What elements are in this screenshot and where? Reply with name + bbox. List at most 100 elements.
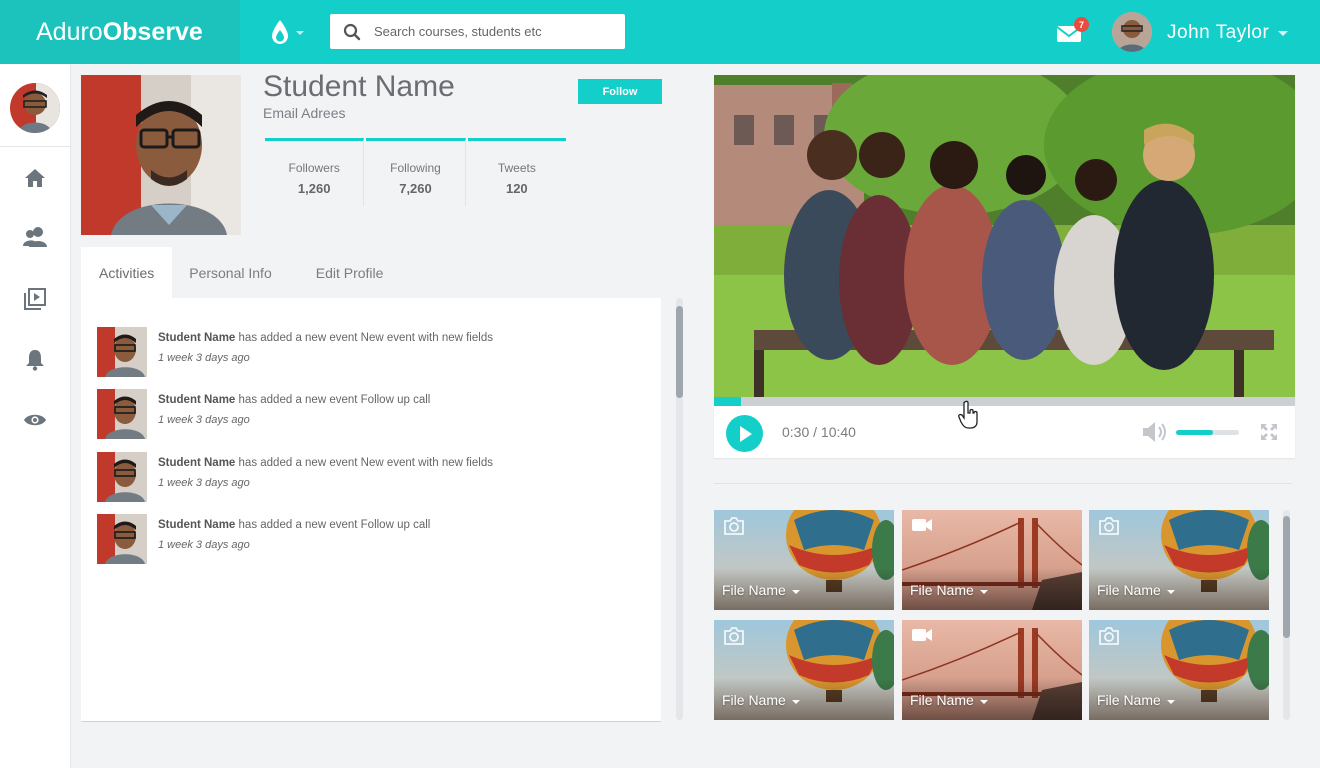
drop-icon xyxy=(272,20,288,44)
sidebar-item-notifications[interactable] xyxy=(20,345,50,375)
home-icon xyxy=(25,169,45,187)
activity-avatar xyxy=(97,514,147,564)
list-item[interactable]: Student Name has added a new event Follo… xyxy=(97,514,637,566)
volume-button[interactable] xyxy=(1142,421,1170,443)
list-item[interactable]: Student Name has added a new event New e… xyxy=(97,327,637,379)
chevron-down-icon[interactable] xyxy=(980,700,988,704)
gallery-tile[interactable]: File Name xyxy=(1089,620,1269,720)
activity-text: Student Name has added a new event New e… xyxy=(158,332,493,344)
fullscreen-icon xyxy=(1261,424,1277,440)
file-name[interactable]: File Name xyxy=(722,582,786,598)
sidebar-item-users[interactable] xyxy=(20,222,50,252)
file-name[interactable]: File Name xyxy=(910,582,974,598)
search-input[interactable] xyxy=(374,24,604,39)
sidebar-item-home[interactable] xyxy=(20,163,50,193)
video-progress-fill xyxy=(714,397,742,406)
notification-badge: 7 xyxy=(1074,17,1089,32)
tab-activities[interactable]: Activities xyxy=(81,247,173,298)
stat-label: Followers xyxy=(288,161,340,175)
activity-scrollbar[interactable] xyxy=(676,298,683,720)
file-name[interactable]: File Name xyxy=(722,692,786,708)
file-name[interactable]: File Name xyxy=(1097,692,1161,708)
profile-photo xyxy=(81,75,241,235)
top-bar: AduroObserve 7 John Taylor xyxy=(0,0,1320,64)
hand-cursor-icon xyxy=(958,400,978,429)
follow-button[interactable]: Follow xyxy=(578,79,662,104)
activity-description: has added a new event New event with new… xyxy=(238,457,493,469)
camera-icon xyxy=(724,517,744,535)
video-time: 0:30 / 10:40 xyxy=(782,424,856,440)
chevron-down-icon[interactable] xyxy=(1167,700,1175,704)
student-email: Email Adrees xyxy=(263,105,346,121)
stat-tweets[interactable]: Tweets 120 xyxy=(467,138,566,206)
profile-tabs: Activities Personal Info Edit Profile xyxy=(81,247,401,298)
activity-time: 1 week 3 days ago xyxy=(158,477,250,489)
file-name[interactable]: File Name xyxy=(1097,582,1161,598)
camera-icon xyxy=(1099,517,1119,535)
activity-time: 1 week 3 days ago xyxy=(158,352,250,364)
file-name[interactable]: File Name xyxy=(910,692,974,708)
stat-value: 7,260 xyxy=(399,181,432,196)
sidebar-item-observe[interactable] xyxy=(20,405,50,435)
activity-time: 1 week 3 days ago xyxy=(158,414,250,426)
activity-description: has added a new event Follow up call xyxy=(238,519,431,531)
video-player: 0:30 / 10:40 xyxy=(714,75,1295,458)
tab-edit-profile[interactable]: Edit Profile xyxy=(294,247,402,298)
profile-stats: Followers 1,260 Following 7,260 Tweets 1… xyxy=(265,138,566,206)
list-item[interactable]: Student Name has added a new event New e… xyxy=(97,452,637,504)
activity-actor[interactable]: Student Name xyxy=(158,332,235,344)
volume-fill xyxy=(1176,430,1213,435)
messages-button[interactable]: 7 xyxy=(1056,17,1092,48)
volume-icon xyxy=(1143,422,1166,442)
users-icon xyxy=(23,227,47,247)
gallery-scrollbar[interactable] xyxy=(1283,510,1290,720)
chevron-down-icon[interactable] xyxy=(792,590,800,594)
user-avatar[interactable] xyxy=(1112,12,1152,52)
sidebar-avatar[interactable] xyxy=(10,83,60,133)
search-icon[interactable] xyxy=(330,23,374,41)
activity-actor[interactable]: Student Name xyxy=(158,394,235,406)
left-sidebar xyxy=(0,64,71,768)
fullscreen-button[interactable] xyxy=(1260,423,1278,441)
play-button[interactable] xyxy=(726,415,763,452)
list-item[interactable]: Student Name has added a new event Follo… xyxy=(97,389,637,441)
chevron-down-icon[interactable] xyxy=(980,590,988,594)
stat-label: Tweets xyxy=(497,161,536,175)
chevron-down-icon[interactable] xyxy=(792,700,800,704)
video-progress-bar[interactable] xyxy=(714,397,1295,406)
gallery-tile[interactable]: File Name xyxy=(902,620,1082,720)
tab-personal-info[interactable]: Personal Info xyxy=(172,247,294,298)
gallery-tile[interactable]: File Name xyxy=(1089,510,1269,610)
chevron-down-icon[interactable] xyxy=(1278,31,1288,36)
chevron-down-icon[interactable] xyxy=(1167,590,1175,594)
gallery-tile[interactable]: File Name xyxy=(714,510,894,610)
volume-slider[interactable] xyxy=(1176,430,1239,435)
theme-dropdown[interactable] xyxy=(270,18,314,46)
sidebar-item-media[interactable] xyxy=(20,284,50,314)
activity-actor[interactable]: Student Name xyxy=(158,519,235,531)
camera-icon xyxy=(1099,627,1119,645)
eye-icon xyxy=(24,414,46,426)
activity-actor[interactable]: Student Name xyxy=(158,457,235,469)
scrollbar-thumb[interactable] xyxy=(676,306,683,398)
activity-time: 1 week 3 days ago xyxy=(158,539,250,551)
brand-bold: Observe xyxy=(102,17,203,46)
gallery-tile[interactable]: File Name xyxy=(902,510,1082,610)
stat-followers[interactable]: Followers 1,260 xyxy=(265,138,365,206)
camera-icon xyxy=(724,627,744,645)
video-frame[interactable] xyxy=(714,75,1295,397)
stat-value: 120 xyxy=(505,181,528,196)
student-name: Student Name xyxy=(263,70,455,103)
media-play-icon xyxy=(24,288,46,310)
stat-following[interactable]: Following 7,260 xyxy=(366,138,466,206)
play-icon xyxy=(739,425,752,442)
user-name[interactable]: John Taylor xyxy=(1167,22,1269,44)
brand-light: Aduro xyxy=(36,17,103,46)
activity-description: has added a new event Follow up call xyxy=(238,394,431,406)
gallery-tile[interactable]: File Name xyxy=(714,620,894,720)
scrollbar-thumb[interactable] xyxy=(1283,516,1290,638)
activity-panel: Student Name has added a new event New e… xyxy=(81,298,661,722)
video-camera-icon xyxy=(912,519,932,531)
stat-value: 1,260 xyxy=(297,181,331,196)
brand-logo[interactable]: Aduro Observe xyxy=(0,0,240,64)
